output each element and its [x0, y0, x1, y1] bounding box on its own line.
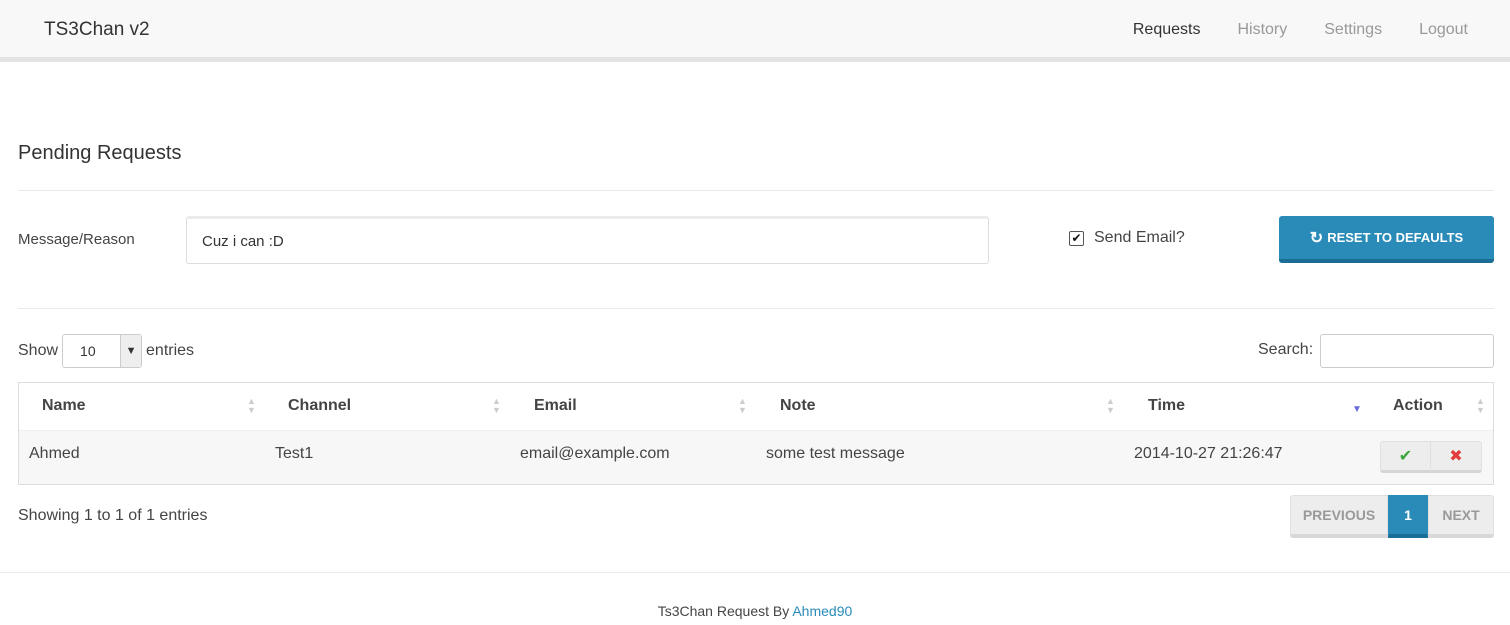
brand-title[interactable]: TS3Chan v2 — [44, 19, 150, 41]
cell-note: some test message — [766, 445, 905, 462]
search-label: Search: — [1258, 341, 1314, 358]
nav-item-logout[interactable]: Logout — [1419, 21, 1468, 39]
table-info: Showing 1 to 1 of 1 entries — [18, 507, 208, 524]
refresh-icon: ↻ — [1309, 229, 1324, 247]
cell-time: 2014-10-27 21:26:47 — [1134, 445, 1283, 462]
send-email-checkbox[interactable]: ✔ — [1069, 230, 1084, 246]
sort-desc-icon: ▼ — [1352, 404, 1362, 415]
divider — [18, 308, 1494, 309]
times-icon: ✖ — [1449, 448, 1463, 465]
cell-name: Ahmed — [29, 445, 80, 462]
entries-select[interactable]: 10 ▼ — [62, 334, 143, 368]
cell-email: email@example.com — [520, 445, 670, 462]
entries-length-control: Show 10 ▼ entries — [18, 334, 194, 368]
row-actions: ✔ ✖ — [1380, 441, 1482, 473]
chevron-down-icon[interactable]: ▼ — [120, 335, 142, 367]
reject-button[interactable]: ✖ — [1431, 441, 1482, 473]
sort-icon: ▲ ▼ — [492, 396, 501, 415]
next-page-button[interactable]: NEXT — [1428, 495, 1494, 538]
search-input[interactable] — [1320, 334, 1494, 368]
requests-table: Name ▲ ▼ Channel ▲ ▼ Email ▲ ▼ Note ▲ ▼ Time… — [18, 382, 1494, 485]
reset-to-defaults-button[interactable]: ↻ RESET TO DEFAULTS — [1279, 216, 1494, 263]
message-input[interactable] — [186, 216, 989, 264]
sort-icon: ▲ ▼ — [1476, 396, 1485, 415]
nav-item-history[interactable]: History — [1237, 21, 1287, 39]
table-header: Name ▲ ▼ Channel ▲ ▼ Email ▲ ▼ Note ▲ ▼ Time… — [19, 383, 1493, 430]
entries-select-value: 10 — [80, 343, 96, 359]
footer-divider — [0, 572, 1510, 573]
entries-label: entries — [146, 342, 195, 359]
table-row: Ahmed Test1 email@example.com some test … — [19, 430, 1493, 484]
page-1-button[interactable]: 1 — [1388, 495, 1428, 538]
send-email-label: Send Email? — [1094, 229, 1185, 246]
nav-item-settings[interactable]: Settings — [1324, 21, 1382, 39]
column-header-channel[interactable]: Channel — [288, 397, 351, 415]
sort-icon: ▲ ▼ — [738, 396, 747, 415]
footer-author-link[interactable]: Ahmed90 — [792, 603, 852, 619]
nav-menu: Requests History Settings Logout — [1096, 21, 1468, 39]
footer-text: Ts3Chan Request By — [657, 603, 793, 619]
check-icon: ✔ — [1398, 448, 1413, 465]
show-label: Show — [18, 342, 59, 359]
previous-page-button[interactable]: PREVIOUS — [1290, 495, 1388, 538]
approve-button[interactable]: ✔ — [1380, 441, 1431, 473]
sort-icon: ▲ ▼ — [247, 396, 256, 415]
sort-icon: ▲ ▼ — [1106, 396, 1115, 415]
divider — [18, 190, 1494, 191]
send-email-toggle[interactable]: ✔ Send Email? — [1069, 229, 1185, 247]
column-header-action[interactable]: Action — [1393, 397, 1443, 415]
nav-item-requests[interactable]: Requests — [1133, 21, 1201, 39]
pagination: PREVIOUS 1 NEXT — [1290, 495, 1494, 538]
cell-channel: Test1 — [275, 445, 314, 462]
footer: Ts3Chan Request By Ahmed90 — [0, 603, 1510, 619]
column-header-time[interactable]: Time — [1148, 397, 1185, 415]
column-header-email[interactable]: Email — [534, 397, 577, 415]
navbar: TS3Chan v2 Requests History Settings Log… — [0, 0, 1510, 62]
message-label: Message/Reason — [18, 231, 135, 248]
column-header-name[interactable]: Name — [42, 397, 86, 415]
page-title: Pending Requests — [18, 142, 182, 164]
reset-button-label: RESET TO DEFAULTS — [1327, 230, 1464, 245]
column-header-note[interactable]: Note — [780, 397, 816, 415]
